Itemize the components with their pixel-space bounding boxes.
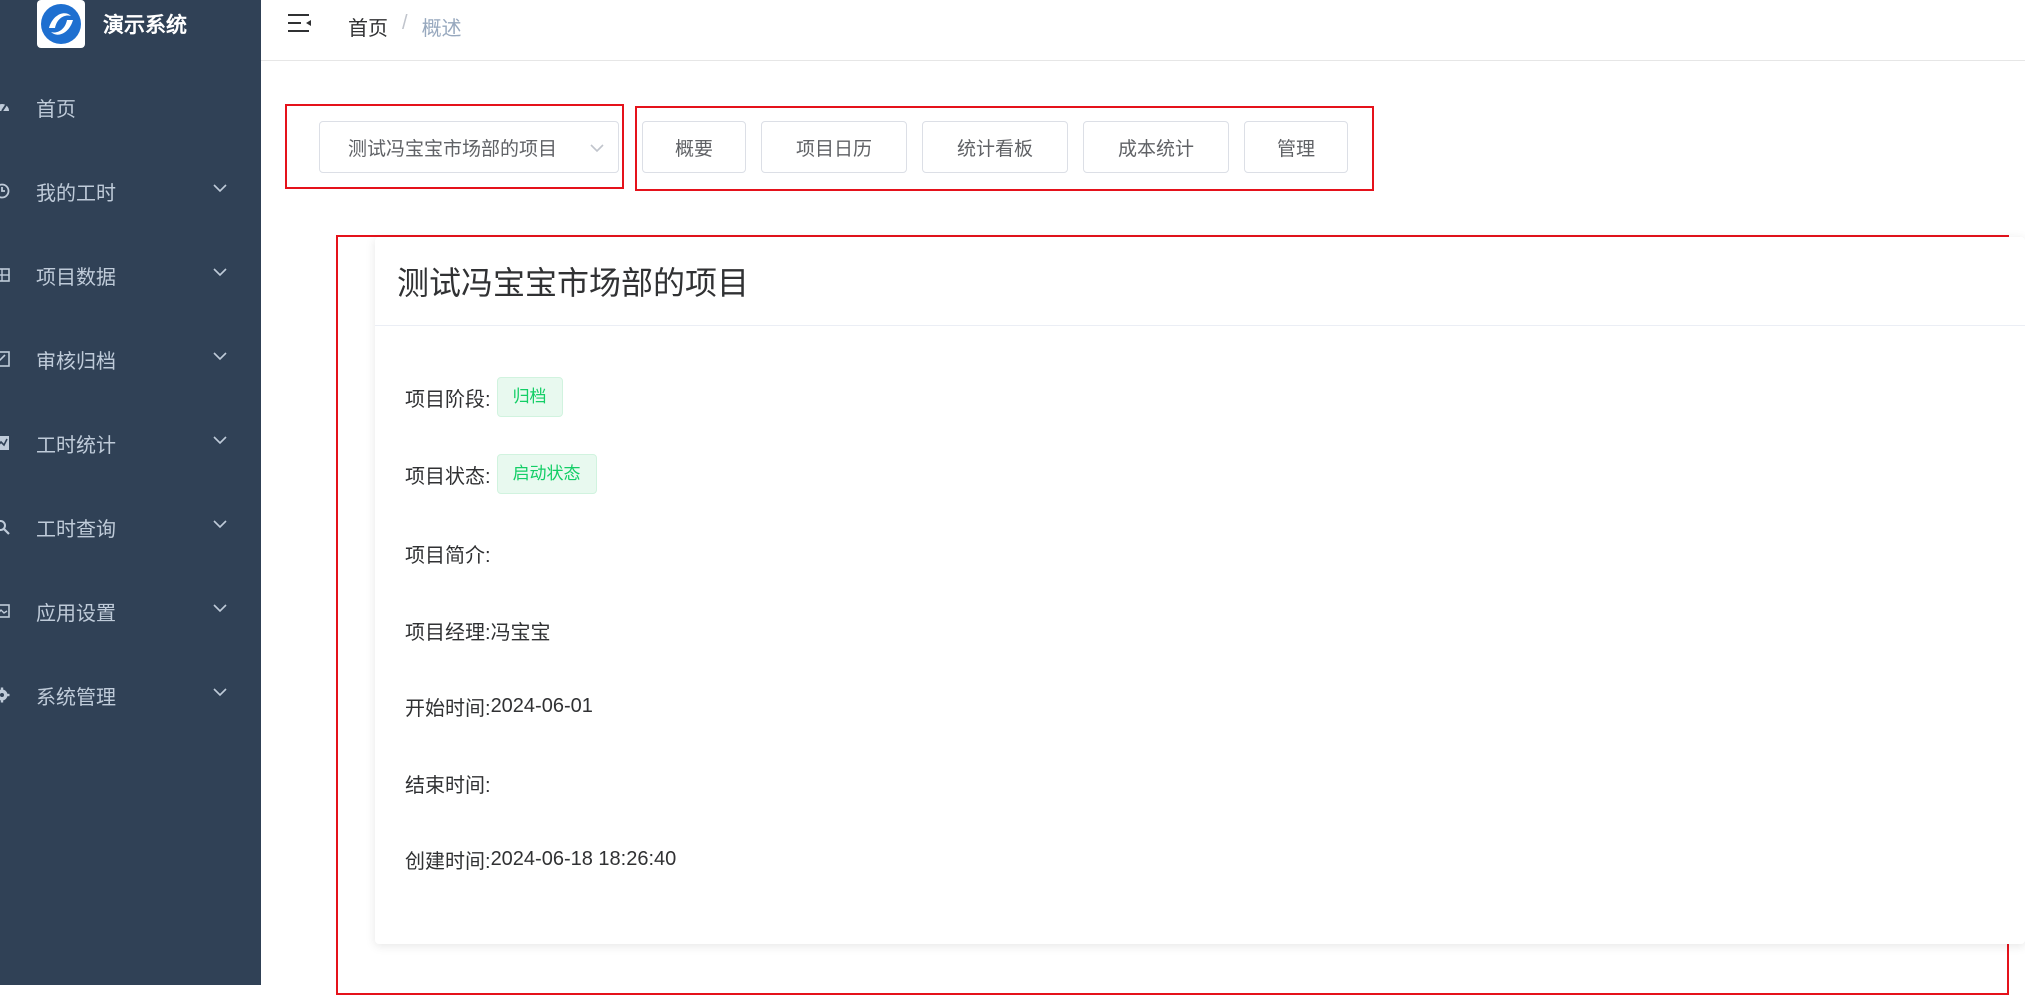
app-title: 演示系统 xyxy=(103,14,187,37)
tab-project-calendar[interactable]: 项目日历 xyxy=(761,121,907,173)
breadcrumb: 首页 / 概述 xyxy=(348,12,462,41)
sidebar-item-home[interactable]: 首页 xyxy=(0,65,261,149)
sidebar-item-system-admin[interactable]: 系统管理 xyxy=(0,653,261,737)
chevron-down-icon xyxy=(213,520,227,529)
chart-icon xyxy=(0,435,10,451)
chevron-down-icon xyxy=(213,436,227,445)
sidebar-item-my-hours[interactable]: 我的工时 xyxy=(0,149,261,233)
project-manager-label: 项目经理: xyxy=(405,622,491,644)
breadcrumb-current: 概述 xyxy=(421,18,462,40)
app-logo[interactable]: 演示系统 xyxy=(37,0,187,48)
project-status-tag: 启动状态 xyxy=(496,454,597,494)
top-navbar: 首页 / 概述 xyxy=(261,0,2025,61)
sidebar-item-project-data[interactable]: 项目数据 xyxy=(0,233,261,317)
project-start-row: 开始时间: 2024-06-01 xyxy=(405,692,593,721)
chevron-down-icon xyxy=(213,688,227,697)
project-manager-row: 项目经理: 冯宝宝 xyxy=(405,616,551,645)
sidebar-item-label: 审核归档 xyxy=(36,350,116,373)
chevron-down-icon xyxy=(213,604,227,613)
image-icon xyxy=(0,603,10,619)
project-summary-label: 项目简介: xyxy=(405,545,491,567)
dashboard-icon xyxy=(0,99,10,115)
project-start-value: 2024-06-01 xyxy=(490,695,593,717)
project-status-row: 项目状态: 启动状态 xyxy=(405,454,597,494)
sidebar-item-label: 系统管理 xyxy=(36,686,116,709)
project-phase-row: 项目阶段: 归档 xyxy=(405,377,563,417)
project-end-row: 结束时间: xyxy=(405,769,491,798)
sidebar: 演示系统 首页 我的工时 项目数据 审核归档 工时统计 工时查询 应用设置 系统… xyxy=(0,0,261,985)
breadcrumb-home[interactable]: 首页 xyxy=(348,12,388,41)
project-end-label: 结束时间: xyxy=(405,775,491,797)
gear-icon xyxy=(0,687,10,703)
project-phase-label: 项目阶段: xyxy=(405,388,491,411)
project-select[interactable]: 测试冯宝宝市场部的项目 xyxy=(319,121,619,173)
logo-icon xyxy=(37,0,85,48)
search-icon xyxy=(0,519,10,535)
sidebar-item-label: 我的工时 xyxy=(36,182,116,205)
project-title: 测试冯宝宝市场部的项目 xyxy=(375,237,2025,326)
tab-manage[interactable]: 管理 xyxy=(1244,121,1348,173)
sidebar-item-review-archive[interactable]: 审核归档 xyxy=(0,317,261,401)
project-start-label: 开始时间: xyxy=(405,698,491,720)
project-summary-row: 项目简介: xyxy=(405,539,491,568)
table-icon xyxy=(0,267,10,283)
sidebar-menu: 首页 我的工时 项目数据 审核归档 工时统计 工时查询 应用设置 系统管理 xyxy=(0,65,261,737)
sidebar-item-label: 工时统计 xyxy=(36,434,116,457)
project-manager-value: 冯宝宝 xyxy=(490,622,551,644)
sidebar-item-app-settings[interactable]: 应用设置 xyxy=(0,569,261,653)
chevron-down-icon xyxy=(590,144,604,153)
chevron-down-icon xyxy=(213,352,227,361)
project-created-value: 2024-06-18 18:26:40 xyxy=(490,848,677,870)
sidebar-item-hour-query[interactable]: 工时查询 xyxy=(0,485,261,569)
project-created-label: 创建时间: xyxy=(405,851,491,873)
clock-icon xyxy=(0,183,10,199)
tab-stats-board[interactable]: 统计看板 xyxy=(922,121,1068,173)
project-select-value: 测试冯宝宝市场部的项目 xyxy=(348,138,558,160)
sidebar-item-label: 应用设置 xyxy=(36,602,116,625)
project-phase-tag: 归档 xyxy=(496,377,563,417)
project-overview-card: 测试冯宝宝市场部的项目 项目阶段: 归档 项目状态: 启动状态 项目简介: 项目… xyxy=(375,237,2025,944)
project-status-label: 项目状态: xyxy=(405,465,491,488)
chevron-down-icon xyxy=(213,184,227,193)
sidebar-item-label: 项目数据 xyxy=(36,266,116,289)
chevron-down-icon xyxy=(213,268,227,277)
tab-overview[interactable]: 概要 xyxy=(642,121,746,173)
project-created-row: 创建时间: 2024-06-18 18:26:40 xyxy=(405,845,676,874)
checkbox-icon xyxy=(0,351,10,367)
tab-cost-stats[interactable]: 成本统计 xyxy=(1083,121,1229,173)
sidebar-item-hour-stats[interactable]: 工时统计 xyxy=(0,401,261,485)
sidebar-item-label: 工时查询 xyxy=(36,518,116,541)
collapse-menu-icon[interactable] xyxy=(287,12,313,34)
breadcrumb-separator: / xyxy=(402,12,408,34)
sidebar-item-label: 首页 xyxy=(36,98,76,121)
